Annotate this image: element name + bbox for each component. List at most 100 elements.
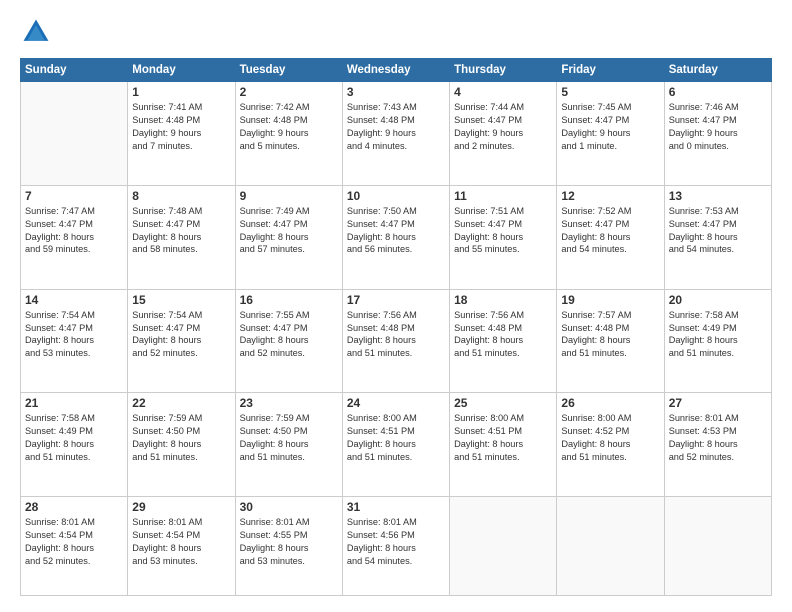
day-number: 11 (454, 189, 552, 203)
calendar-table: SundayMondayTuesdayWednesdayThursdayFrid… (20, 58, 772, 596)
day-number: 27 (669, 396, 767, 410)
day-number: 18 (454, 293, 552, 307)
day-number: 12 (561, 189, 659, 203)
day-info: Sunrise: 7:43 AM Sunset: 4:48 PM Dayligh… (347, 101, 445, 153)
weekday-header-row: SundayMondayTuesdayWednesdayThursdayFrid… (21, 59, 772, 82)
day-cell: 22 Sunrise: 7:59 AM Sunset: 4:50 PM Dayli… (128, 393, 235, 497)
day-cell: 29Sunrise: 8:01 AM Sunset: 4:54 PM Dayli… (128, 497, 235, 596)
day-cell: 11 Sunrise: 7:51 AM Sunset: 4:47 PM Dayli… (450, 185, 557, 289)
day-cell: 17Sunrise: 7:56 AM Sunset: 4:48 PM Dayli… (342, 289, 449, 393)
day-cell: 30Sunrise: 8:01 AM Sunset: 4:55 PM Dayli… (235, 497, 342, 596)
day-info: Sunrise: 8:01 AM Sunset: 4:54 PM Dayligh… (25, 516, 123, 568)
day-info: Sunrise: 8:01 AM Sunset: 4:56 PM Dayligh… (347, 516, 445, 568)
day-number: 26 (561, 396, 659, 410)
day-info: Sunrise: 7:49 AM Sunset: 4:47 PM Dayligh… (240, 205, 338, 257)
day-info: Sunrise: 8:01 AM Sunset: 4:53 PM Dayligh… (669, 412, 767, 464)
day-number: 7 (25, 189, 123, 203)
day-cell: 16 Sunrise: 7:55 AM Sunset: 4:47 PM Dayli… (235, 289, 342, 393)
day-number: 10 (347, 189, 445, 203)
day-cell: 31 Sunrise: 8:01 AM Sunset: 4:56 PM Dayli… (342, 497, 449, 596)
logo (20, 16, 56, 48)
day-cell: 25Sunrise: 8:00 AM Sunset: 4:51 PM Dayli… (450, 393, 557, 497)
day-cell: 9 Sunrise: 7:49 AM Sunset: 4:47 PM Daylig… (235, 185, 342, 289)
day-cell: 14 Sunrise: 7:54 AM Sunset: 4:47 PM Dayli… (21, 289, 128, 393)
day-cell: 28 Sunrise: 8:01 AM Sunset: 4:54 PM Dayli… (21, 497, 128, 596)
day-cell: 18Sunrise: 7:56 AM Sunset: 4:48 PM Dayli… (450, 289, 557, 393)
day-cell: 6 Sunrise: 7:46 AM Sunset: 4:47 PM Daylig… (664, 82, 771, 186)
day-cell: 5 Sunrise: 7:45 AM Sunset: 4:47 PM Daylig… (557, 82, 664, 186)
day-number: 9 (240, 189, 338, 203)
day-cell (21, 82, 128, 186)
day-number: 23 (240, 396, 338, 410)
day-number: 16 (240, 293, 338, 307)
day-number: 13 (669, 189, 767, 203)
day-number: 6 (669, 85, 767, 99)
day-info: Sunrise: 7:47 AM Sunset: 4:47 PM Dayligh… (25, 205, 123, 257)
day-number: 4 (454, 85, 552, 99)
day-info: Sunrise: 7:48 AM Sunset: 4:47 PM Dayligh… (132, 205, 230, 257)
day-cell (450, 497, 557, 596)
day-number: 24 (347, 396, 445, 410)
day-cell: 20 Sunrise: 7:58 AM Sunset: 4:49 PM Dayli… (664, 289, 771, 393)
week-row-4: 21 Sunrise: 7:58 AM Sunset: 4:49 PM Dayli… (21, 393, 772, 497)
day-info: Sunrise: 7:59 AM Sunset: 4:50 PM Dayligh… (240, 412, 338, 464)
day-cell: 8 Sunrise: 7:48 AM Sunset: 4:47 PM Daylig… (128, 185, 235, 289)
day-info: Sunrise: 7:54 AM Sunset: 4:47 PM Dayligh… (132, 309, 230, 361)
day-number: 22 (132, 396, 230, 410)
day-cell: 26 Sunrise: 8:00 AM Sunset: 4:52 PM Dayli… (557, 393, 664, 497)
day-number: 28 (25, 500, 123, 514)
logo-icon (20, 16, 52, 48)
day-cell (664, 497, 771, 596)
day-info: Sunrise: 8:00 AM Sunset: 4:52 PM Dayligh… (561, 412, 659, 464)
weekday-header-monday: Monday (128, 59, 235, 82)
weekday-header-tuesday: Tuesday (235, 59, 342, 82)
day-info: Sunrise: 7:45 AM Sunset: 4:47 PM Dayligh… (561, 101, 659, 153)
day-info: Sunrise: 7:52 AM Sunset: 4:47 PM Dayligh… (561, 205, 659, 257)
day-number: 8 (132, 189, 230, 203)
week-row-2: 7 Sunrise: 7:47 AM Sunset: 4:47 PM Daylig… (21, 185, 772, 289)
day-number: 21 (25, 396, 123, 410)
day-cell: 7 Sunrise: 7:47 AM Sunset: 4:47 PM Daylig… (21, 185, 128, 289)
day-info: Sunrise: 7:54 AM Sunset: 4:47 PM Dayligh… (25, 309, 123, 361)
day-cell: 10Sunrise: 7:50 AM Sunset: 4:47 PM Dayli… (342, 185, 449, 289)
day-info: Sunrise: 7:46 AM Sunset: 4:47 PM Dayligh… (669, 101, 767, 153)
day-info: Sunrise: 7:41 AM Sunset: 4:48 PM Dayligh… (132, 101, 230, 153)
page: SundayMondayTuesdayWednesdayThursdayFrid… (0, 0, 792, 612)
day-cell: 3 Sunrise: 7:43 AM Sunset: 4:48 PM Daylig… (342, 82, 449, 186)
day-info: Sunrise: 8:00 AM Sunset: 4:51 PM Dayligh… (347, 412, 445, 464)
day-cell: 27 Sunrise: 8:01 AM Sunset: 4:53 PM Dayli… (664, 393, 771, 497)
day-info: Sunrise: 8:00 AM Sunset: 4:51 PM Dayligh… (454, 412, 552, 464)
weekday-header-friday: Friday (557, 59, 664, 82)
day-cell (557, 497, 664, 596)
day-cell: 19Sunrise: 7:57 AM Sunset: 4:48 PM Dayli… (557, 289, 664, 393)
day-cell: 23 Sunrise: 7:59 AM Sunset: 4:50 PM Dayli… (235, 393, 342, 497)
day-cell: 12 Sunrise: 7:52 AM Sunset: 4:47 PM Dayli… (557, 185, 664, 289)
day-number: 31 (347, 500, 445, 514)
day-info: Sunrise: 7:44 AM Sunset: 4:47 PM Dayligh… (454, 101, 552, 153)
weekday-header-thursday: Thursday (450, 59, 557, 82)
day-number: 5 (561, 85, 659, 99)
day-info: Sunrise: 7:55 AM Sunset: 4:47 PM Dayligh… (240, 309, 338, 361)
day-info: Sunrise: 7:42 AM Sunset: 4:48 PM Dayligh… (240, 101, 338, 153)
day-number: 14 (25, 293, 123, 307)
day-number: 2 (240, 85, 338, 99)
day-cell: 2 Sunrise: 7:42 AM Sunset: 4:48 PM Daylig… (235, 82, 342, 186)
day-info: Sunrise: 7:56 AM Sunset: 4:48 PM Dayligh… (347, 309, 445, 361)
day-info: Sunrise: 7:51 AM Sunset: 4:47 PM Dayligh… (454, 205, 552, 257)
day-cell: 13 Sunrise: 7:53 AM Sunset: 4:47 PM Dayli… (664, 185, 771, 289)
day-info: Sunrise: 7:59 AM Sunset: 4:50 PM Dayligh… (132, 412, 230, 464)
week-row-1: 1 Sunrise: 7:41 AM Sunset: 4:48 PM Daylig… (21, 82, 772, 186)
day-cell: 21 Sunrise: 7:58 AM Sunset: 4:49 PM Dayli… (21, 393, 128, 497)
day-number: 20 (669, 293, 767, 307)
day-number: 15 (132, 293, 230, 307)
day-cell: 1 Sunrise: 7:41 AM Sunset: 4:48 PM Daylig… (128, 82, 235, 186)
day-number: 3 (347, 85, 445, 99)
weekday-header-sunday: Sunday (21, 59, 128, 82)
day-number: 1 (132, 85, 230, 99)
day-info: Sunrise: 7:58 AM Sunset: 4:49 PM Dayligh… (25, 412, 123, 464)
day-number: 29 (132, 500, 230, 514)
day-info: Sunrise: 7:58 AM Sunset: 4:49 PM Dayligh… (669, 309, 767, 361)
week-row-5: 28 Sunrise: 8:01 AM Sunset: 4:54 PM Dayli… (21, 497, 772, 596)
day-info: Sunrise: 7:57 AM Sunset: 4:48 PM Dayligh… (561, 309, 659, 361)
day-info: Sunrise: 7:53 AM Sunset: 4:47 PM Dayligh… (669, 205, 767, 257)
